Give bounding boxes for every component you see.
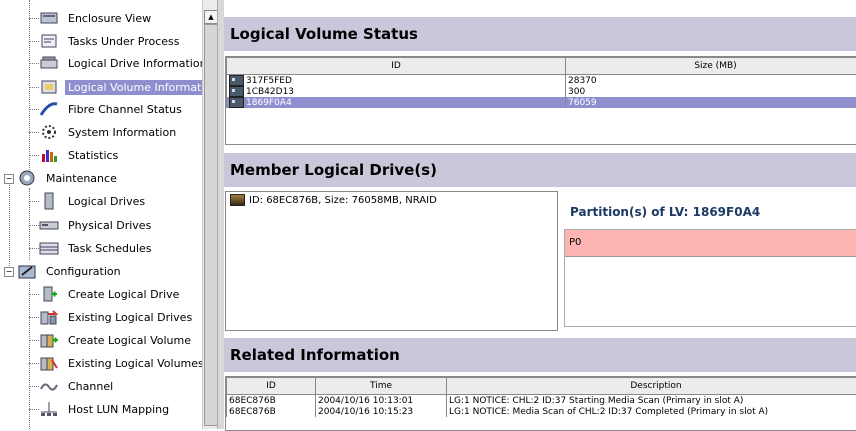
tree-scrollbar[interactable]: ▲ [202, 0, 218, 429]
tree-item-existing-logical-drives[interactable]: Existing Logical Drives [29, 306, 195, 328]
column-header-size[interactable]: Size (MB) [566, 58, 856, 75]
tree-item-system-information[interactable]: System Information [29, 121, 179, 143]
logical-volume-icon [39, 78, 59, 96]
member-drive-label: ID: 68EC876B, Size: 76058MB, NRAID [249, 195, 437, 206]
tree-item-logical-volume-information[interactable]: Logical Volume Information [29, 76, 202, 98]
lv-size: 76059 [566, 97, 856, 108]
related-info-table: ID Time Description 68EC876B 2004/10/16 … [226, 377, 856, 417]
partitions-list[interactable]: P0 [564, 229, 856, 327]
event-description: LG:1 NOTICE: Media Scan of CHL:2 ID:37 C… [447, 406, 856, 417]
event-id: 68EC876B [227, 406, 316, 417]
tree-item-host-lun-mapping[interactable]: Host LUN Mapping [29, 398, 172, 420]
navigation-tree: Enclosure View Tasks Under Process Logic… [0, 0, 202, 429]
existing-logical-volumes-icon [39, 354, 59, 372]
create-logical-volume-icon [39, 331, 59, 349]
lv-id: 317F5FED [246, 76, 292, 86]
event-time: 2004/10/16 10:13:01 [316, 395, 447, 407]
member-drives-title: Member Logical Drive(s) [224, 153, 856, 187]
lv-size: 28370 [566, 75, 856, 87]
logical-volume-row-icon [229, 97, 244, 108]
lv-id: 1CB42D13 [246, 87, 294, 97]
table-row[interactable]: 1CB42D13 300 [227, 86, 856, 97]
system-info-icon [39, 123, 59, 141]
tree-item-physical-drives[interactable]: Physical Drives [29, 214, 154, 236]
partition-item[interactable]: P0 [565, 230, 856, 257]
lv-status-title: Logical Volume Status [224, 17, 856, 51]
create-logical-drive-icon [39, 285, 59, 303]
column-header-time[interactable]: Time [316, 378, 447, 395]
logical-drives-icon [39, 192, 59, 210]
tree-item-configuration[interactable]: Configuration [13, 260, 124, 282]
host-lun-mapping-icon [39, 400, 59, 418]
related-info-title: Related Information [224, 338, 856, 372]
related-info-table-panel: ID Time Description 68EC876B 2004/10/16 … [225, 376, 856, 431]
column-header-id[interactable]: ID [227, 58, 566, 75]
tree-item-logical-drives[interactable]: Logical Drives [29, 190, 148, 212]
member-drives-list[interactable]: ID: 68EC876B, Size: 76058MB, NRAID [225, 191, 558, 331]
partitions-title: Partition(s) of LV: 1869F0A4 [570, 205, 760, 219]
tree-item-existing-logical-volumes[interactable]: Existing Logical Volumes [29, 352, 202, 374]
tree-item-channel[interactable]: Channel [29, 375, 116, 397]
scroll-up-arrow-icon[interactable]: ▲ [204, 10, 218, 24]
lv-status-table: ID Size (MB) 317F5FED 28370 1CB42D13 300… [226, 57, 856, 108]
event-id: 68EC876B [227, 395, 316, 407]
list-item[interactable]: ID: 68EC876B, Size: 76058MB, NRAID [226, 192, 557, 208]
event-description: LG:1 NOTICE: CHL:2 ID:37 Starting Media … [447, 395, 856, 407]
logical-drive-icon [39, 54, 59, 72]
existing-logical-drives-icon [39, 308, 59, 326]
logical-volume-row-icon [229, 86, 244, 97]
statistics-icon [39, 146, 59, 164]
tree-connector [9, 182, 10, 274]
tree-item-task-schedules[interactable]: Task Schedules [29, 237, 155, 259]
scroll-thumb[interactable] [204, 24, 218, 426]
table-row[interactable]: 68EC876B 2004/10/16 10:13:01 LG:1 NOTICE… [227, 395, 856, 407]
table-row-selected[interactable]: 1869F0A4 76059 [227, 97, 856, 108]
column-header-description[interactable]: Description [447, 378, 856, 395]
tree-item-create-logical-volume[interactable]: Create Logical Volume [29, 329, 194, 351]
column-header-id[interactable]: ID [227, 378, 316, 395]
content-pane: Logical Volume Status ID Size (MB) 317F5… [224, 0, 856, 429]
tree-item-maintenance[interactable]: Maintenance [13, 167, 120, 189]
table-row[interactable]: 68EC876B 2004/10/16 10:15:23 LG:1 NOTICE… [227, 406, 856, 417]
tree-item-tasks-under-process[interactable]: Tasks Under Process [29, 30, 183, 52]
channel-icon [39, 377, 59, 395]
table-row[interactable]: 317F5FED 28370 [227, 75, 856, 87]
physical-drives-icon [39, 216, 59, 234]
tree-item-logical-drive-information[interactable]: Logical Drive Information [29, 52, 202, 74]
task-schedules-icon [39, 239, 59, 257]
event-time: 2004/10/16 10:15:23 [316, 406, 447, 417]
logical-volume-row-icon [229, 75, 244, 86]
enclosure-icon [39, 9, 59, 27]
tree-item-fibre-channel-status[interactable]: Fibre Channel Status [29, 98, 185, 120]
lv-size: 300 [566, 86, 856, 97]
tree-item-enclosure-view[interactable]: Enclosure View [29, 7, 154, 29]
logical-drive-item-icon [230, 194, 245, 206]
lv-id: 1869F0A4 [246, 98, 292, 108]
configuration-icon [17, 262, 37, 280]
tasks-icon [39, 32, 59, 50]
lv-status-table-panel: ID Size (MB) 317F5FED 28370 1CB42D13 300… [225, 56, 856, 145]
maintenance-icon [17, 169, 37, 187]
tree-item-statistics[interactable]: Statistics [29, 144, 121, 166]
tree-item-create-logical-drive[interactable]: Create Logical Drive [29, 283, 182, 305]
fibre-channel-icon [39, 100, 59, 118]
